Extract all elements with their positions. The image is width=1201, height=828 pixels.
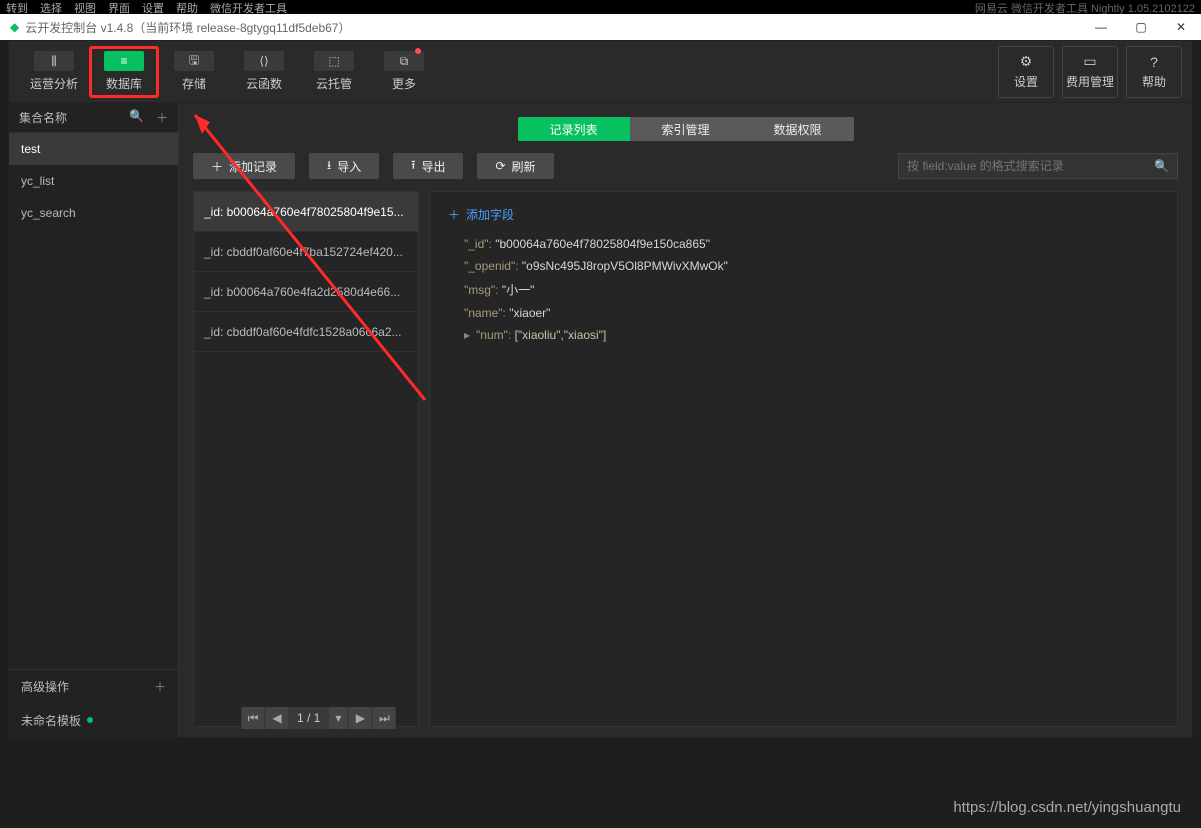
toolbar-billing[interactable]: ▭费用管理 — [1062, 46, 1118, 98]
notification-dot-icon — [415, 48, 421, 54]
pager-next[interactable]: ▶ — [349, 707, 371, 729]
sidebar-item-yclist[interactable]: yc_list — [9, 165, 178, 197]
add-record-button[interactable]: ＋添加记录 — [193, 153, 295, 179]
sidebar-advanced[interactable]: 高级操作＋ — [9, 669, 178, 703]
watermark: https://blog.csdn.net/yingshuangtu — [953, 799, 1181, 816]
toolbar-database[interactable]: ≡数据库 — [89, 46, 159, 98]
toolbar-analytics[interactable]: ⫼运营分析 — [19, 46, 89, 98]
sidebar: 集合名称 🔍 ＋ test yc_list yc_search 高级操作＋ 未命… — [9, 103, 179, 737]
upload-icon: ⭱ — [411, 156, 415, 177]
record-list: _id: b00064a760e4f78025804f9e15... _id: … — [193, 191, 419, 727]
app-logo-icon: ◆ — [10, 20, 19, 34]
search-box[interactable]: 🔍 — [898, 153, 1178, 179]
refresh-button[interactable]: ⟳刷新 — [477, 153, 553, 179]
tab-records[interactable]: 记录列表 — [518, 117, 630, 141]
window-title: 云开发控制台 v1.4.8（当前环境 release-8gtygq11df5de… — [25, 19, 350, 36]
sidebar-template[interactable]: 未命名模板 — [9, 703, 178, 737]
gear-icon: ⚙ — [1020, 53, 1033, 70]
billing-icon: ▭ — [1083, 53, 1096, 70]
sidebar-title: 集合名称 — [19, 109, 67, 126]
pager-first[interactable]: ⏮ — [242, 707, 264, 729]
status-dot-icon — [87, 717, 93, 723]
segment-control: 记录列表 索引管理 数据权限 — [518, 117, 854, 141]
import-button[interactable]: ⭳导入 — [309, 153, 379, 179]
toolbar-cloudfunc[interactable]: ⟨⟩云函数 — [229, 46, 299, 98]
field-row[interactable]: "_id": "b00064a760e4f78025804f9e150ca865… — [464, 237, 1159, 251]
minimize-button[interactable]: — — [1081, 14, 1121, 40]
search-icon[interactable]: 🔍 — [1154, 159, 1169, 173]
add-field-button[interactable]: ＋添加字段 — [448, 206, 1159, 223]
app-menubar: 转到选择视图界面设置帮助微信开发者工具 网易云 微信开发者工具 Nightly … — [0, 0, 1201, 14]
pager-status: 1 / 1 — [289, 711, 328, 725]
main-toolbar: ⫼运营分析 ≡数据库 🖫存储 ⟨⟩云函数 ⬚云托管 ⧉更多 ⚙设置 ▭费用管理 … — [9, 41, 1192, 103]
toolbar-cloudhost[interactable]: ⬚云托管 — [299, 46, 369, 98]
field-row[interactable]: ▸"num": ["xiaoliu","xiaosi"] — [464, 328, 1159, 342]
tab-indexes[interactable]: 索引管理 — [630, 117, 742, 141]
toolbar-storage[interactable]: 🖫存储 — [159, 46, 229, 98]
pager-dropdown[interactable]: ▾ — [329, 707, 347, 729]
close-button[interactable]: ✕ — [1161, 14, 1201, 40]
plus-icon: ＋ — [448, 206, 460, 223]
plus-icon: ＋ — [211, 158, 223, 175]
maximize-button[interactable]: ▢ — [1121, 14, 1161, 40]
field-row[interactable]: "_openid": "o9sNc495J8ropV5Ol8PMWivXMwOk… — [464, 259, 1159, 273]
add-collection-icon[interactable]: ＋ — [156, 109, 168, 126]
pager-prev[interactable]: ◀ — [266, 707, 288, 729]
pager: ⏮ ◀ 1 / 1 ▾ ▶ ⏭ — [241, 707, 396, 729]
plus-icon[interactable]: ＋ — [154, 678, 166, 695]
sidebar-item-ycsearch[interactable]: yc_search — [9, 197, 178, 229]
sidebar-item-test[interactable]: test — [9, 133, 178, 165]
record-row[interactable]: _id: cbddf0af60e4fdfc1528a06c6a2... — [194, 312, 418, 352]
record-row[interactable]: _id: cbddf0af60e4f7ba152724ef420... — [194, 232, 418, 272]
help-icon: ? — [1150, 54, 1158, 70]
record-detail: ＋添加字段 "_id": "b00064a760e4f78025804f9e15… — [429, 191, 1178, 727]
search-input[interactable] — [907, 159, 1154, 173]
titlebar: ◆ 云开发控制台 v1.4.8（当前环境 release-8gtygq11df5… — [0, 14, 1201, 40]
export-button[interactable]: ⭱导出 — [393, 153, 463, 179]
main-panel: 记录列表 索引管理 数据权限 ＋添加记录 ⭳导入 ⭱导出 ⟳刷新 🔍 _id: … — [179, 103, 1192, 737]
expand-icon[interactable]: ▸ — [464, 328, 470, 342]
pager-last[interactable]: ⏭ — [373, 707, 395, 729]
record-row[interactable]: _id: b00064a760e4f78025804f9e15... — [194, 192, 418, 232]
download-icon: ⭳ — [327, 156, 331, 177]
toolbar-more[interactable]: ⧉更多 — [369, 46, 439, 98]
search-icon[interactable]: 🔍 — [129, 109, 144, 126]
refresh-icon: ⟳ — [495, 159, 505, 173]
field-row[interactable]: "msg": "小一" — [464, 281, 1159, 298]
tab-permissions[interactable]: 数据权限 — [742, 117, 854, 141]
field-row[interactable]: "name": "xiaoer" — [464, 306, 1159, 320]
toolbar-settings[interactable]: ⚙设置 — [998, 46, 1054, 98]
toolbar-help[interactable]: ?帮助 — [1126, 46, 1182, 98]
record-row[interactable]: _id: b00064a760e4fa2d2580d4e66... — [194, 272, 418, 312]
